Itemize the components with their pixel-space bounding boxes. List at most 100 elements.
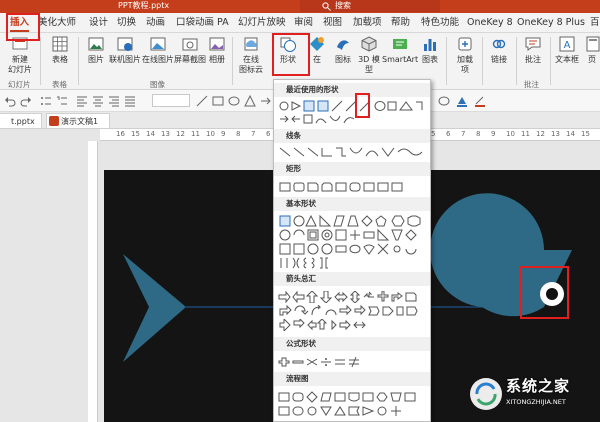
tab-pocket-animation[interactable]: 口袋动画 PA <box>176 13 229 33</box>
undo-icon[interactable] <box>4 95 16 107</box>
justify-icon[interactable] <box>124 95 136 107</box>
tab-addins[interactable]: 加载项 <box>353 13 382 33</box>
line-shape-icon[interactable] <box>196 95 208 107</box>
icons-library-button[interactable]: 图标 <box>330 35 356 65</box>
tab-beautify[interactable]: 美化大师 <box>38 13 76 33</box>
tab-slideshow[interactable]: 幻灯片放映 <box>238 13 286 33</box>
numbered-list-icon[interactable] <box>56 95 68 107</box>
section-equation: 公式形状 <box>274 337 430 351</box>
tab-design[interactable]: 设计 <box>89 13 108 33</box>
rectangle-icons <box>279 182 403 192</box>
tab-featured[interactable]: 特色功能 <box>421 13 459 33</box>
tab-transitions[interactable]: 切换 <box>117 13 136 33</box>
recent-shapes-row-1[interactable] <box>278 100 428 112</box>
chart-label: 图表 <box>422 55 438 64</box>
basic-row-4[interactable] <box>278 257 428 269</box>
album-button[interactable]: 相册 <box>206 35 228 65</box>
new-slide-button[interactable]: 新建 幻灯片 <box>6 35 34 75</box>
arrows-row-1[interactable] <box>278 291 428 303</box>
arrows-icons-1 <box>278 291 417 303</box>
vertical-ruler <box>88 141 98 422</box>
oval-shape-icon[interactable] <box>228 95 240 107</box>
3d-model-button[interactable]: 3D 模 型 <box>356 35 382 75</box>
addins-button[interactable]: 加载 项 <box>452 35 478 75</box>
search-box[interactable] <box>300 0 440 12</box>
basic-row-3[interactable] <box>278 243 428 255</box>
powerpoint-icon <box>49 116 59 126</box>
basic-icons-1 <box>279 215 421 227</box>
tab-animations[interactable]: 动画 <box>146 13 165 33</box>
basic-icons-2 <box>279 229 417 241</box>
ellipse-outline-icon[interactable] <box>438 95 450 107</box>
basic-row-1[interactable] <box>278 215 428 227</box>
triangle-shape-icon[interactable] <box>244 95 256 107</box>
shape-fill-icon[interactable] <box>456 95 468 107</box>
table-button[interactable]: 表格 <box>48 35 72 65</box>
comment-button[interactable]: 批注 <box>520 35 546 65</box>
document-tab-2[interactable]: 演示文稿1 <box>46 113 110 128</box>
redo-icon[interactable] <box>20 95 32 107</box>
link-button[interactable]: 链接 <box>486 35 512 65</box>
arrows-row-3[interactable] <box>278 319 428 331</box>
picture-label: 图片 <box>88 55 104 64</box>
image-icon <box>150 37 166 51</box>
ruler-tick: 10 <box>206 130 215 138</box>
divider <box>482 37 483 85</box>
shape-outline-icon[interactable] <box>474 95 486 107</box>
smartart-button[interactable]: SmartArt <box>382 35 418 65</box>
online-pictures-button[interactable]: 在线图片 <box>142 35 174 65</box>
arrows-row-2[interactable] <box>278 305 428 317</box>
basic-row-2[interactable] <box>278 229 428 241</box>
online-icons-label: 在线 <box>243 55 259 64</box>
arrows-icons-2 <box>279 305 418 316</box>
album-icon <box>209 37 225 51</box>
section-basic: 基本形状 <box>274 197 430 211</box>
chart-button[interactable]: 图表 <box>418 35 442 65</box>
rectangles-row[interactable] <box>278 181 428 193</box>
new-slide-label-2: 幻灯片 <box>8 65 32 74</box>
tab-help[interactable]: 帮助 <box>391 13 410 33</box>
tab-onekey8[interactable]: OneKey 8 <box>467 13 513 33</box>
flowchart-icons-1 <box>278 391 416 403</box>
lines-row[interactable] <box>278 146 428 158</box>
ruler-tick: 5 <box>431 130 436 138</box>
tab-view[interactable]: 视图 <box>323 13 342 33</box>
flowchart-icons-2 <box>278 406 401 416</box>
ruler-tick: 13 <box>551 130 560 138</box>
flowchart-row-1[interactable] <box>278 391 428 403</box>
textbox-label: 文本框 <box>555 55 579 64</box>
align-left-icon[interactable] <box>76 95 88 107</box>
tab-onekey8-plus[interactable]: OneKey 8 Plus <box>517 13 585 33</box>
arrow-shape-icon[interactable] <box>260 95 272 107</box>
header-footer-button[interactable]: 页 <box>584 35 600 65</box>
bullet-list-icon[interactable] <box>40 95 52 107</box>
album-label: 相册 <box>209 55 225 64</box>
document-tab-1[interactable]: t.pptx <box>0 113 42 128</box>
section-rectangles: 矩形 <box>274 162 430 176</box>
shapes-gallery[interactable]: 最近使用的形状 线条 矩形 基本形状 箭头总汇 公式形状 流程图 <box>273 79 431 422</box>
align-right-icon[interactable] <box>108 95 120 107</box>
group-label-tables: 表格 <box>52 80 67 89</box>
section-lines: 线条 <box>274 129 430 143</box>
rectangle-shape-icon[interactable] <box>212 95 224 107</box>
ruler-tick: 12 <box>176 130 185 138</box>
ribbon-tabs: 插入 美化大师 设计 切换 动画 口袋动画 PA 幻灯片放映 审阅 视图 加载项… <box>0 13 600 33</box>
picture-button[interactable]: 图片 <box>84 35 108 65</box>
online-picture-button[interactable]: 联机图片 <box>108 35 142 65</box>
textbox-button[interactable]: A 文本框 <box>552 35 582 65</box>
flowchart-row-2[interactable] <box>278 405 428 417</box>
equation-row[interactable] <box>278 356 428 368</box>
document-tab-1-label: t.pptx <box>11 117 35 126</box>
tab-more[interactable]: 百 <box>590 13 600 33</box>
divider <box>516 37 517 85</box>
basic-icons-4 <box>280 257 328 269</box>
align-center-icon[interactable] <box>92 95 104 107</box>
screenshot-button[interactable]: 屏幕截图 <box>174 35 206 65</box>
online-picture-icon <box>117 37 133 51</box>
font-size-field[interactable] <box>152 94 190 107</box>
tab-review[interactable]: 审阅 <box>294 13 313 33</box>
ruler-tick: 6 <box>446 130 451 138</box>
ruler-tick: 10 <box>506 130 515 138</box>
new-slide-label: 新建 <box>12 55 28 64</box>
online-icons-button[interactable]: 在线 图标云 <box>236 35 266 75</box>
